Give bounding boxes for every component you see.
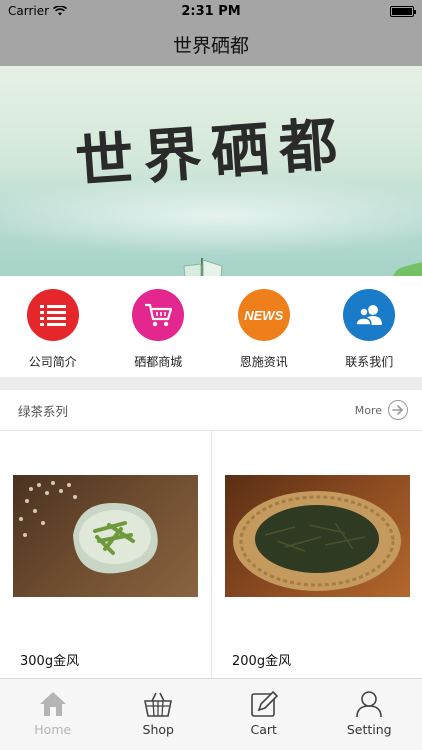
more-button[interactable]: More (355, 400, 408, 420)
banner-carousel[interactable]: 世界硒都 (0, 66, 422, 276)
product-name: 300g金风 (20, 654, 80, 669)
nav-bar: 世界硒都 (0, 22, 422, 66)
product-card[interactable]: 200g金风 (211, 431, 422, 678)
arrow-right-icon (388, 400, 408, 420)
contacts-icon (343, 289, 396, 341)
product-name: 200g金风 (232, 654, 292, 669)
product-image (13, 475, 198, 597)
product-grid: 300g金风 200g金风 (0, 431, 422, 678)
sailboat-icon (183, 258, 223, 276)
basket-icon (144, 692, 173, 717)
carrier: Carrier (8, 4, 68, 18)
carrier-label: Carrier (8, 4, 50, 18)
menu-grid: 公司简介 硒都商城 NEWS 恩施资讯 联系我们 (0, 276, 422, 377)
tab-cart[interactable]: Cart (211, 679, 317, 750)
menu-label: 恩施资讯 (239, 355, 288, 369)
news-icon-text: NEWS (244, 307, 284, 323)
cart-icon (132, 289, 185, 341)
person-icon (356, 691, 383, 718)
more-label: More (354, 403, 382, 417)
menu-label: 联系我们 (345, 355, 394, 369)
wifi-icon (53, 6, 68, 16)
status-bar: Carrier 2:31 PM (0, 0, 422, 22)
news-icon: NEWS (237, 289, 290, 341)
section-header: 绿茶系列 More (0, 390, 422, 431)
page-title: 世界硒都 (172, 34, 249, 57)
section-title: 绿茶系列 (18, 403, 69, 419)
tab-label: Home (34, 722, 72, 737)
tab-label: Cart (250, 722, 277, 737)
tab-bar: Home Shop Cart Setting (0, 678, 422, 750)
tab-shop[interactable]: Shop (106, 679, 212, 750)
tab-setting[interactable]: Setting (317, 679, 422, 750)
menu-item-news[interactable]: NEWS 恩施资讯 (211, 276, 317, 377)
menu-label: 公司简介 (28, 355, 77, 369)
menu-item-shop[interactable]: 硒都商城 (106, 276, 212, 377)
menu-item-company[interactable]: 公司简介 (0, 276, 106, 377)
tab-home[interactable]: Home (0, 679, 106, 750)
product-card[interactable]: 300g金风 (0, 431, 211, 678)
menu-item-contact[interactable]: 联系我们 (317, 276, 422, 377)
tab-label: Shop (142, 722, 174, 737)
product-image (225, 475, 410, 597)
tab-label: Setting (346, 722, 392, 737)
list-icon (26, 289, 79, 341)
leaf-decoration (382, 262, 422, 276)
home-icon (39, 692, 66, 716)
battery-icon (390, 5, 416, 17)
menu-label: 硒都商城 (134, 355, 183, 369)
edit-icon (250, 690, 278, 717)
section-divider (0, 377, 422, 390)
